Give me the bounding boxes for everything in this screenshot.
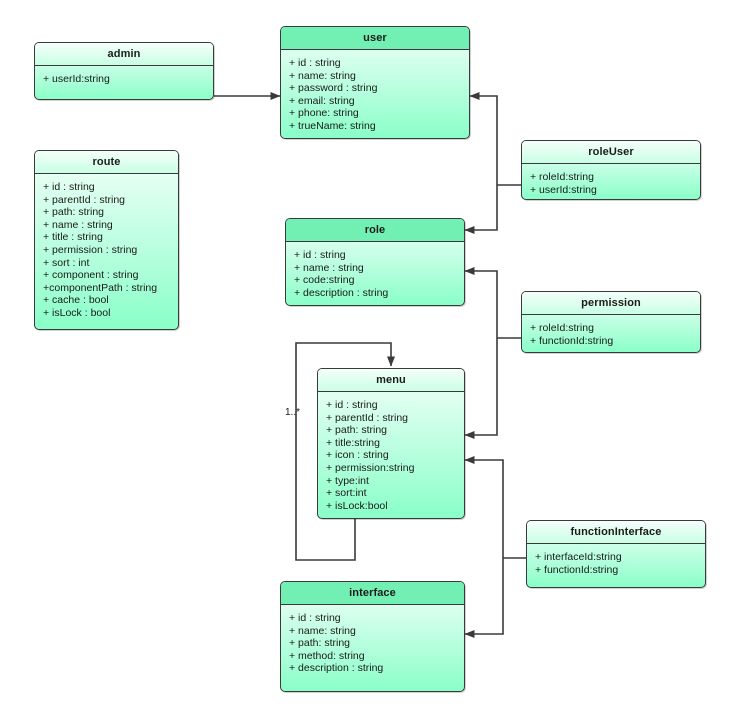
class-box-interface[interactable]: interface + id : string + name: string +… (280, 581, 465, 692)
attribute-row: +componentPath : string (43, 281, 158, 294)
class-title-menu: menu (318, 369, 464, 392)
class-box-role[interactable]: role + id : string + name : string + cod… (285, 218, 465, 306)
class-title-functioninterface: functionInterface (527, 521, 705, 544)
class-attributes-admin: + userId:string (35, 66, 213, 93)
attribute-row: + path: string (43, 206, 104, 219)
attribute-row: + id : string (289, 612, 341, 624)
attribute-row: + userId:string (43, 73, 110, 85)
attribute-row: + id : string (43, 181, 95, 193)
attribute-row: + roleId:string (530, 322, 594, 334)
class-attributes-functioninterface: + interfaceId:string + functionId:string (527, 544, 705, 583)
attribute-row: + id : string (326, 399, 378, 411)
class-box-permission[interactable]: permission + roleId:string + functionId:… (521, 291, 701, 353)
class-box-admin[interactable]: admin + userId:string (34, 42, 214, 100)
connector-roleuser-to-user-and-role (464, 92, 521, 234)
attribute-row: + name : string (294, 261, 364, 274)
attribute-row: + phone: string (289, 107, 359, 120)
class-diagram-canvas: admin + userId:string user + id : string… (0, 0, 740, 708)
attribute-row: + name : string (43, 218, 113, 231)
attribute-row: + cache : bool (43, 294, 109, 307)
attribute-row: + name: string (289, 69, 356, 82)
class-box-user[interactable]: user + id : string + name: string + pass… (280, 26, 470, 139)
attribute-row: + trueName: string (289, 119, 376, 132)
class-attributes-route: + id : string + parentId : string + path… (35, 174, 178, 327)
attribute-row: + parentId : string (43, 193, 126, 206)
attribute-row: + sort:int (326, 487, 367, 500)
attribute-row: + code:string (294, 274, 355, 287)
edge-label-menu-multiplicity: 1..* (285, 407, 301, 418)
class-title-interface: interface (281, 582, 464, 605)
attribute-row: + userId:string (530, 183, 597, 196)
attribute-row: + id : string (289, 57, 341, 69)
class-title-role: role (286, 219, 464, 242)
class-box-route[interactable]: route + id : string + parentId : string … (34, 150, 179, 330)
attribute-row: + sort : int (43, 256, 90, 269)
attribute-row: + description : string (294, 286, 389, 299)
class-attributes-permission: + roleId:string + functionId:string (522, 315, 700, 352)
class-box-menu[interactable]: menu + id : string + parentId : string +… (317, 368, 465, 519)
connector-functioninterface-to-menu-and-interface (464, 456, 526, 638)
class-title-route: route (35, 151, 178, 174)
attribute-row: + functionId:string (530, 334, 614, 347)
attribute-row: + title:string (326, 436, 380, 449)
attribute-row: + functionId:string (535, 563, 619, 576)
attribute-row: + roleId:string (530, 171, 594, 183)
class-attributes-user: + id : string + name: string + password … (281, 50, 469, 138)
attribute-row: + method: string (289, 649, 365, 662)
class-attributes-roleuser: + roleId:string + userId:string (522, 164, 700, 199)
class-box-roleuser[interactable]: roleUser + roleId:string + userId:string (521, 140, 701, 200)
class-title-user: user (281, 27, 469, 50)
attribute-row: + permission : string (43, 243, 138, 256)
attribute-row: + path: string (289, 637, 350, 650)
class-title-permission: permission (522, 292, 700, 315)
attribute-row: + parentId : string (326, 411, 409, 424)
attribute-row: + path: string (326, 424, 387, 437)
class-box-functioninterface[interactable]: functionInterface + interfaceId:string +… (526, 520, 706, 588)
attribute-row: + id : string (294, 249, 346, 261)
attribute-row: + icon : string (326, 449, 389, 462)
attribute-row: + permission:string (326, 461, 415, 474)
class-title-roleuser: roleUser (522, 141, 700, 164)
attribute-row: + password : string (289, 82, 378, 95)
class-title-admin: admin (35, 43, 213, 66)
attribute-row: + component : string (43, 269, 139, 282)
class-attributes-interface: + id : string + name: string + path: str… (281, 605, 464, 682)
attribute-row: + isLock:bool (326, 499, 388, 512)
attribute-row: + type:int (326, 474, 369, 487)
attribute-row: + title : string (43, 231, 103, 244)
attribute-row: + name: string (289, 624, 356, 637)
connector-permission-to-role-and-menu (464, 267, 521, 439)
attribute-row: + isLock : bool (43, 306, 111, 319)
class-attributes-role: + id : string + name : string + code:str… (286, 242, 464, 305)
attribute-row: + description : string (289, 662, 384, 675)
attribute-row: + interfaceId:string (535, 551, 622, 563)
class-attributes-menu: + id : string + parentId : string + path… (318, 392, 464, 518)
attribute-row: + email: string (289, 94, 355, 107)
